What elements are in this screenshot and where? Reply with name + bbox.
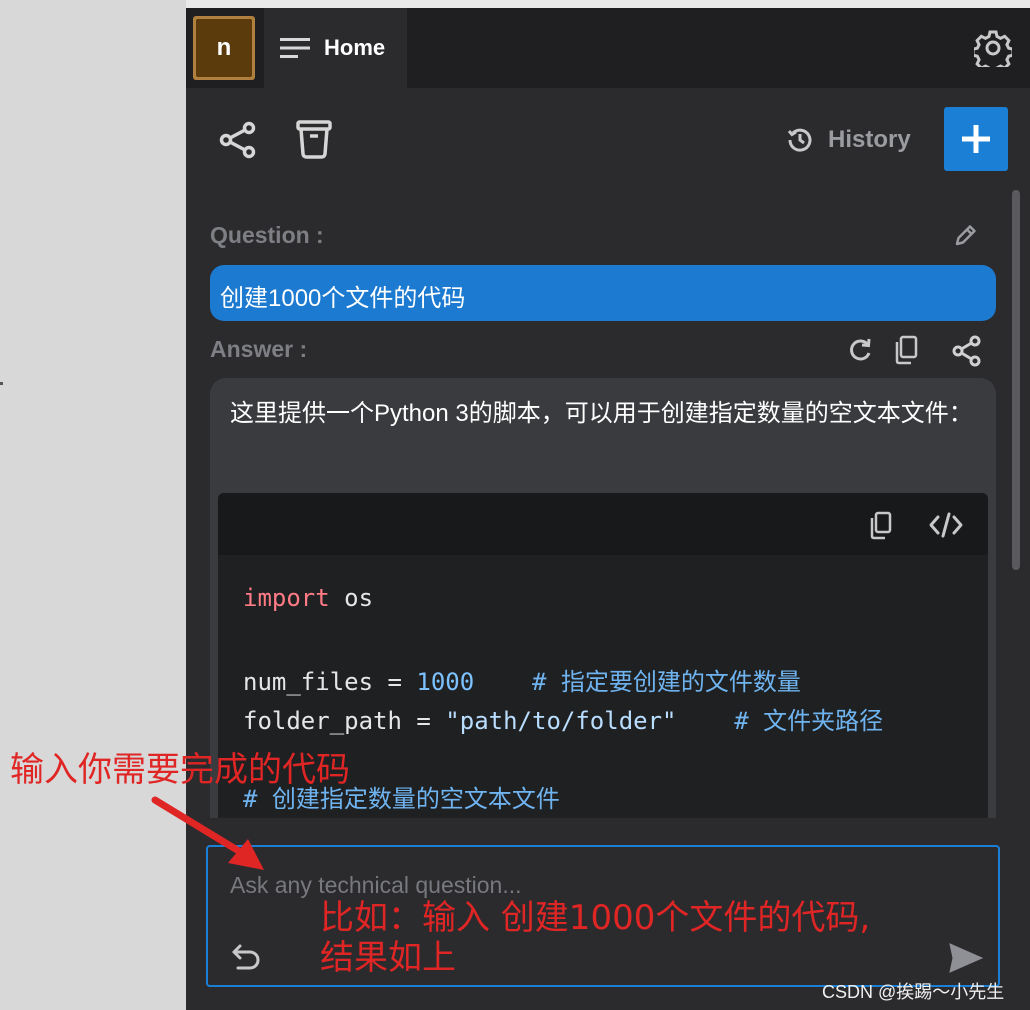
code-comment: # 文件夹路径: [676, 707, 884, 735]
code-string: "path/to/folder": [445, 707, 677, 735]
code-copy-icon[interactable]: [868, 511, 894, 541]
undo-icon[interactable]: [230, 942, 264, 976]
code-view-icon[interactable]: [928, 511, 964, 539]
question-label: Question :: [210, 222, 324, 248]
answer-label: Answer :: [210, 336, 308, 362]
tab-home-label: Home: [324, 35, 386, 60]
annotation-bottom-line2: 结果如上: [320, 938, 456, 978]
code-text: num_files =: [243, 668, 417, 696]
avatar[interactable]: n: [193, 16, 255, 80]
tab-bar: n Home: [186, 8, 1030, 88]
code-keyword: import: [243, 584, 330, 612]
history-icon: [787, 128, 812, 152]
refresh-icon[interactable]: [846, 336, 874, 366]
code-line: num_files = 1000 # 指定要创建的文件数量: [243, 662, 801, 697]
code-number: 1000: [416, 668, 475, 696]
annotation-bottom-line1: 比如：输入 创建1000个文件的代码,: [320, 898, 871, 938]
history-label: History: [828, 126, 911, 153]
tab-home[interactable]: Home: [264, 8, 407, 88]
answer-share-icon[interactable]: [952, 334, 982, 368]
gear-icon[interactable]: [974, 29, 1012, 67]
avatar-letter: n: [196, 19, 252, 77]
code-block-header: [218, 493, 988, 555]
answer-text: 这里提供一个Python 3的脚本，可以用于创建指定数量的空文本文件：: [230, 400, 973, 427]
share-icon[interactable]: [218, 120, 258, 160]
chat-panel: n Home History Question: 创建1000个文件的代码 A…: [186, 0, 1030, 1010]
watermark: CSDN @挨踢～小先生: [822, 982, 1005, 1002]
code-comment: # 指定要创建的文件数量: [474, 668, 801, 696]
code-line: folder_path = "path/to/folder" # 文件夹路径: [243, 701, 883, 736]
history-button[interactable]: History: [786, 120, 911, 160]
code-text: folder_path =: [243, 707, 446, 735]
send-icon[interactable]: [948, 942, 984, 974]
plus-icon: [962, 125, 990, 153]
pencil-icon[interactable]: [952, 222, 978, 250]
new-chat-button[interactable]: [944, 107, 1008, 171]
annotation-bottom: 比如：输入 创建1000个文件的代码, 结果如上: [320, 898, 870, 978]
panel-top-border: [186, 0, 1030, 8]
arrow-icon: [151, 796, 264, 870]
question-bubble: 创建1000个文件的代码: [210, 265, 996, 321]
copy-icon[interactable]: [892, 334, 920, 366]
menu-lines-icon: [280, 38, 310, 58]
code-line: import os: [243, 584, 373, 612]
gutter-mark: [0, 382, 3, 385]
annotation-top: 输入你需要完成的代码: [10, 750, 350, 790]
scrollbar-thumb[interactable]: [1012, 190, 1020, 570]
trash-icon[interactable]: [294, 118, 334, 160]
code-text: os: [329, 584, 374, 612]
